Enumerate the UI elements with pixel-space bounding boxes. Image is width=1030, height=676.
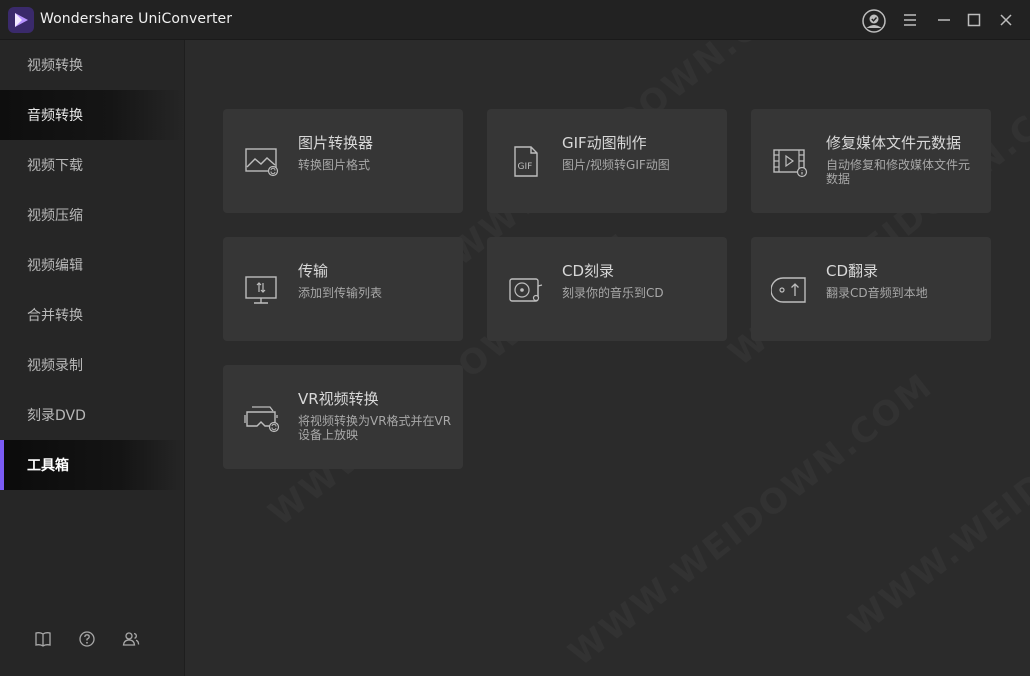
cd-burn-icon [509, 278, 543, 302]
watermark: WWW.WEIDOWN.COM [561, 366, 940, 674]
card-title: GIF动图制作 [562, 134, 647, 152]
card-title: 修复媒体文件元数据 [826, 134, 962, 152]
menu-icon[interactable] [898, 8, 922, 32]
watermark: WWW.WEIDOWN.COM [841, 336, 1030, 644]
sidebar-item-audio-convert[interactable]: 音频转换 [0, 90, 185, 140]
sidebar-item-video-compress[interactable]: 视频压缩 [0, 190, 185, 240]
metadata-icon [773, 149, 808, 178]
card-description: 图片/视频转GIF动图 [562, 158, 670, 172]
sidebar-item-label: 工具箱 [27, 458, 69, 474]
card-description: 转换图片格式 [298, 158, 371, 172]
tool-card-fix-metadata[interactable]: 修复媒体文件元数据 自动修复和修改媒体文件元数据 [751, 109, 991, 213]
vr-icon [244, 406, 280, 433]
card-title: VR视频转换 [298, 390, 379, 408]
close-icon[interactable] [994, 8, 1018, 32]
tool-card-cd-burner[interactable]: CD刻录 刻录你的音乐到CD [487, 237, 727, 341]
card-description: 自动修复和修改媒体文件元数据 [826, 158, 971, 186]
maximize-icon[interactable] [962, 8, 986, 32]
toolbox-panel: WWW.WEIDOWN.COM WWW.WEIDOWN.COM WWW.WEID… [186, 40, 1030, 676]
sidebar-item-video-edit[interactable]: 视频编辑 [0, 240, 185, 290]
card-description: 将视频转换为VR格式并在VR设备上放映 [298, 414, 452, 442]
tool-card-transfer[interactable]: 传输 添加到传输列表 [223, 237, 463, 341]
sidebar-item-label: 视频录制 [27, 358, 83, 374]
tool-card-vr-converter[interactable]: VR视频转换 将视频转换为VR格式并在VR设备上放映 [223, 365, 463, 469]
gif-icon: GIF [514, 146, 538, 177]
card-title: CD翻录 [826, 262, 879, 280]
card-title: CD刻录 [562, 262, 615, 280]
sidebar: 视频转换 音频转换 视频下载 视频压缩 视频编辑 合并转换 视频录制 刻录DVD… [0, 40, 185, 676]
book-icon[interactable] [33, 629, 53, 649]
cd-rip-icon [771, 277, 806, 303]
transfer-icon [245, 276, 277, 304]
title-bar: Wondershare UniConverter [0, 0, 1030, 40]
sidebar-item-label: 音频转换 [27, 108, 83, 124]
tool-card-gif-maker[interactable]: GIF GIF动图制作 图片/视频转GIF动图 [487, 109, 727, 213]
svg-text:GIF: GIF [518, 162, 533, 172]
sidebar-item-video-convert[interactable]: 视频转换 [0, 40, 185, 90]
tool-card-cd-ripper[interactable]: CD翻录 翻录CD音频到本地 [751, 237, 991, 341]
sidebar-item-label: 合并转换 [27, 308, 83, 324]
help-icon[interactable] [77, 629, 97, 649]
sidebar-item-video-download[interactable]: 视频下载 [0, 140, 185, 190]
app-title: Wondershare UniConverter [40, 11, 233, 27]
sidebar-item-label: 视频转换 [27, 58, 83, 74]
image-convert-icon [245, 148, 279, 177]
card-title: 图片转换器 [298, 134, 374, 152]
sidebar-item-burn-dvd[interactable]: 刻录DVD [0, 390, 185, 440]
sidebar-item-screen-record[interactable]: 视频录制 [0, 340, 185, 390]
sidebar-item-label: 视频压缩 [27, 208, 83, 224]
account-icon[interactable] [861, 8, 887, 34]
sidebar-item-merge[interactable]: 合并转换 [0, 290, 185, 340]
card-description: 刻录你的音乐到CD [562, 286, 664, 300]
users-icon[interactable] [121, 629, 141, 649]
tool-card-image-converter[interactable]: 图片转换器 转换图片格式 [223, 109, 463, 213]
sidebar-item-label: 视频下载 [27, 158, 83, 174]
app-logo-icon [8, 7, 34, 33]
card-title: 传输 [298, 262, 329, 280]
minimize-icon[interactable] [932, 8, 956, 32]
card-description: 添加到传输列表 [298, 286, 383, 300]
card-description: 翻录CD音频到本地 [826, 286, 928, 300]
sidebar-item-toolbox[interactable]: 工具箱 [0, 440, 185, 490]
sidebar-item-label: 视频编辑 [27, 258, 83, 274]
sidebar-item-label: 刻录DVD [27, 408, 86, 424]
